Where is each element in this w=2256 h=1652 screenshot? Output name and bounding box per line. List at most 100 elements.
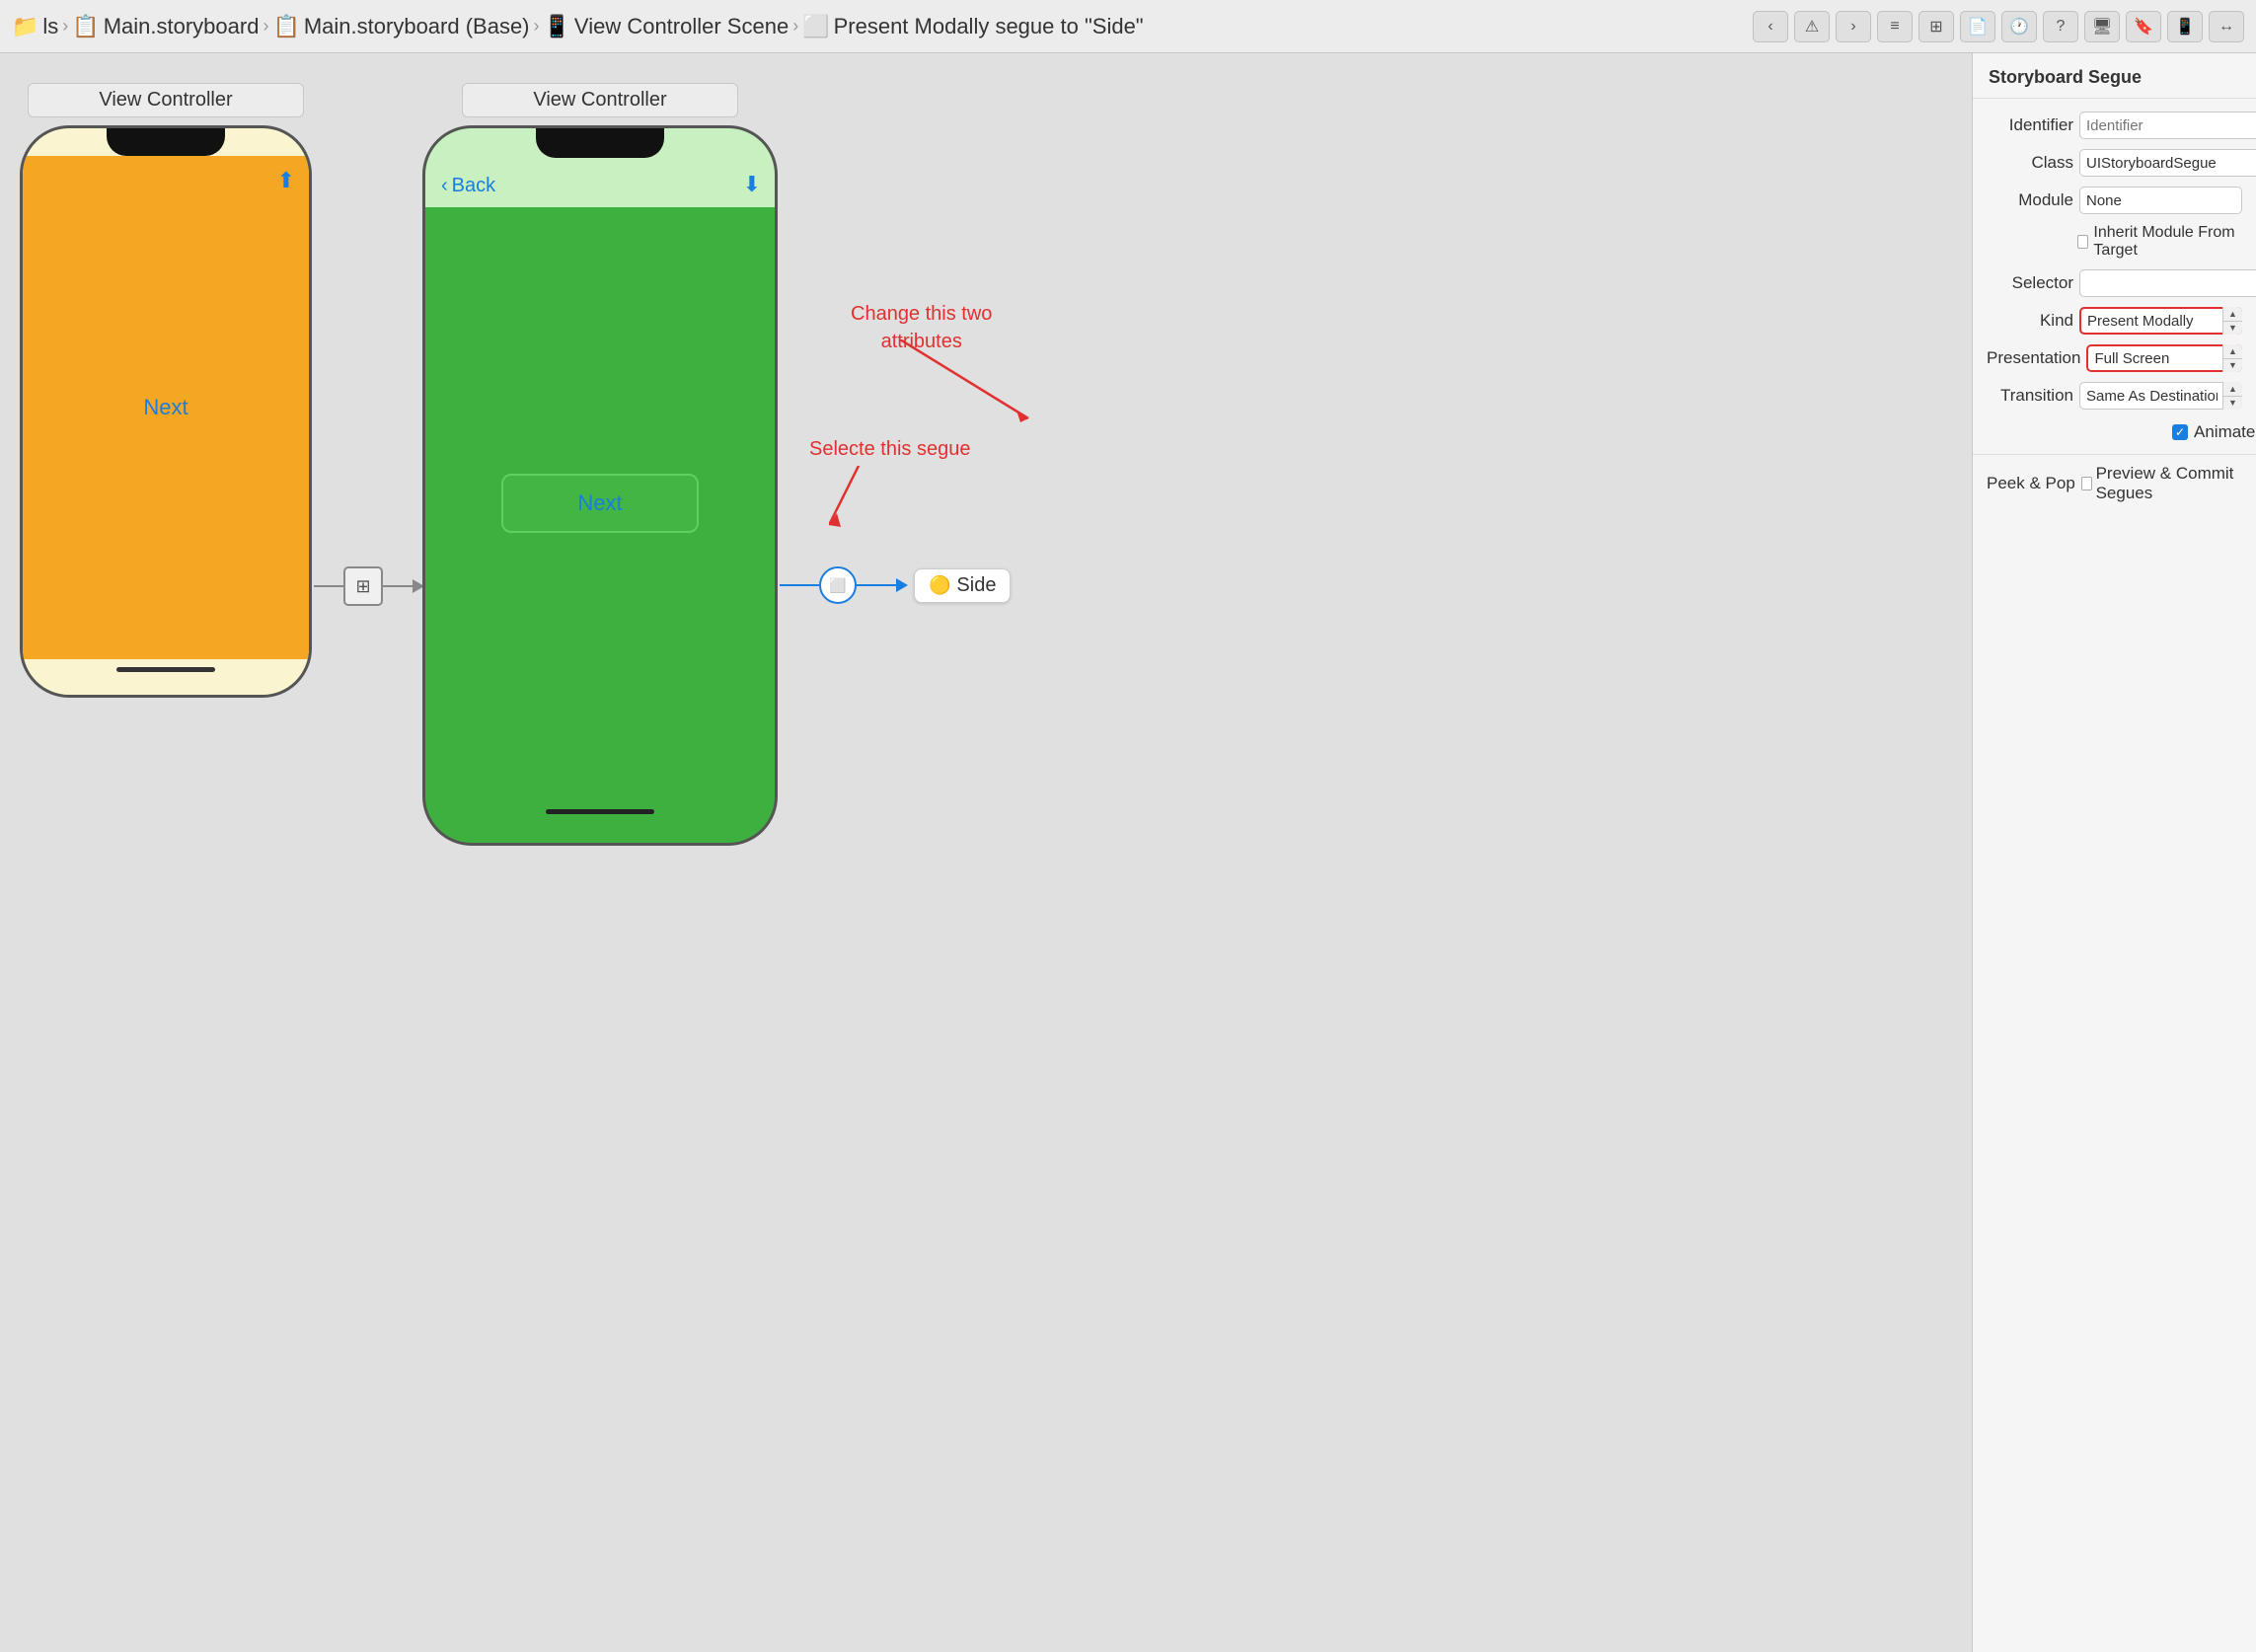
panel-title: Storyboard Segue <box>1973 53 2256 99</box>
annotation-select-segue: Selecte this segue <box>809 438 970 461</box>
breadcrumb-sep-4: › <box>792 16 798 37</box>
kind-stepper-down[interactable]: ▼ <box>2223 322 2242 336</box>
folder-icon: 📁 <box>12 14 38 39</box>
phone2-top: ‹ Back ⬇ <box>425 128 775 207</box>
warning-button[interactable]: ⚠ <box>1794 11 1830 42</box>
top-bar: 📁 ls › 📋 Main.storyboard › 📋 Main.storyb… <box>0 0 2256 53</box>
breadcrumb-sep-2: › <box>263 16 268 37</box>
doc-icon[interactable]: 📄 <box>1960 11 1995 42</box>
module-row: Module None <box>1973 182 2256 219</box>
inherit-label: Inherit Module From Target <box>2077 224 2242 260</box>
presentation-select[interactable]: Full Screen Current Context Automatic Pa… <box>2086 344 2242 372</box>
phone2-back-button[interactable]: ‹ Back <box>441 175 495 197</box>
side-badge: 🟡 Side <box>914 568 1011 603</box>
peek-label: Peek & Pop <box>1987 474 2075 493</box>
canvas[interactable]: View Controller ⬆ Next ⊞ View Controller <box>0 53 1972 1652</box>
presentation-select-wrapper: Full Screen Current Context Automatic Pa… <box>2086 344 2242 372</box>
top-bar-actions: ‹ ⚠ › ≡ ⊞ 📄 🕐 ? 🖥 🔖 📱 ↔ <box>1753 11 2244 42</box>
phone2-label: View Controller <box>462 83 738 117</box>
module-select[interactable]: None <box>2079 187 2242 214</box>
clock-icon[interactable]: 🕐 <box>2001 11 2037 42</box>
transition-select-wrapper: Same As Destination Cover Vertical Flip … <box>2079 382 2242 410</box>
segue-line-right <box>383 585 413 587</box>
breadcrumb-item-1[interactable]: 📁 ls <box>12 14 58 39</box>
peek-checkbox[interactable] <box>2081 477 2092 490</box>
inherit-row: Inherit Module From Target <box>1973 219 2256 264</box>
help-icon[interactable]: ? <box>2043 11 2078 42</box>
phone1-frame: ⬆ Next <box>20 125 312 698</box>
back-button[interactable]: ‹ <box>1753 11 1788 42</box>
transition-stepper: ▲ ▼ <box>2222 382 2242 410</box>
download-icon[interactable]: ⬇ <box>743 172 761 197</box>
phone2-next-button[interactable]: Next <box>501 474 699 533</box>
grid-button[interactable]: ⊞ <box>1918 11 1954 42</box>
presentation-stepper-down[interactable]: ▼ <box>2223 359 2242 373</box>
presentation-label: Presentation <box>1987 348 2080 368</box>
chevron-left-icon: ‹ <box>441 175 448 197</box>
kind-select-wrapper: Present Modally Show Show Detail Present… <box>2079 307 2242 335</box>
kind-select[interactable]: Present Modally Show Show Detail Present… <box>2079 307 2242 335</box>
class-input[interactable] <box>2079 149 2256 177</box>
segue-circle[interactable]: ⬜ <box>819 566 857 604</box>
menu-button[interactable]: ≡ <box>1877 11 1913 42</box>
breadcrumb-sep-3: › <box>534 16 540 37</box>
breadcrumb-item-5[interactable]: ⬜ Present Modally segue to "Side" <box>802 14 1143 39</box>
phone1-notch <box>107 128 225 156</box>
phone1-label: View Controller <box>28 83 304 117</box>
bookmark-icon[interactable]: 🔖 <box>2126 11 2161 42</box>
main-area: View Controller ⬆ Next ⊞ View Controller <box>0 53 2256 1652</box>
kind-label: Kind <box>1987 311 2073 331</box>
transition-label: Transition <box>1987 386 2073 406</box>
class-select-wrapper: ⓘ ▼ <box>2079 149 2256 177</box>
divider-1 <box>1973 454 2256 455</box>
class-label: Class <box>1987 153 2073 173</box>
selector-row: Selector <box>1973 264 2256 302</box>
transition-stepper-down[interactable]: ▼ <box>2223 397 2242 411</box>
kind-stepper-up[interactable]: ▲ <box>2223 307 2242 322</box>
module-label: Module <box>1987 190 2073 210</box>
share-icon[interactable]: ⬆ <box>277 168 295 193</box>
share-icon-btn[interactable]: ↔ <box>2209 11 2244 42</box>
peek-row: Peek & Pop Preview & Commit Segues <box>1973 459 2256 508</box>
monitor-icon[interactable]: 🖥 <box>2084 11 2120 42</box>
breadcrumb-item-4[interactable]: 📱 View Controller Scene <box>544 14 790 39</box>
animates-checkbox[interactable]: ✓ <box>2172 424 2188 440</box>
inherit-checkbox[interactable] <box>2077 235 2088 249</box>
phone-icon: 📱 <box>544 14 570 39</box>
presentation-stepper-up[interactable]: ▲ <box>2223 344 2242 359</box>
right-panel: Storyboard Segue Identifier Class ⓘ ▼ Mo… <box>1972 53 2256 1652</box>
presentation-row: Presentation Full Screen Current Context… <box>1973 339 2256 377</box>
phone2-home-indicator <box>546 809 654 814</box>
phone1-home-indicator <box>116 667 215 672</box>
breadcrumb: 📁 ls › 📋 Main.storyboard › 📋 Main.storyb… <box>12 14 1745 39</box>
segue-arrow-2: ⬜ 🟡 Side <box>780 566 1011 604</box>
transition-select[interactable]: Same As Destination Cover Vertical Flip … <box>2079 382 2242 410</box>
animates-label: Animates <box>2194 422 2256 442</box>
selector-input[interactable] <box>2079 269 2256 297</box>
breadcrumb-sep-1: › <box>62 16 68 37</box>
annotation-change-attributes: Change this two attributes <box>851 300 992 355</box>
transition-stepper-up[interactable]: ▲ <box>2223 382 2242 397</box>
side-badge-icon: 🟡 <box>929 575 950 596</box>
phone2-frame: ‹ Back ⬇ Next <box>422 125 778 846</box>
storyboard-icon-1: 📋 <box>72 14 99 39</box>
kind-stepper: ▲ ▼ <box>2222 307 2242 335</box>
phone2-notch <box>536 128 664 158</box>
panel-body: Identifier Class ⓘ ▼ Module None <box>1973 99 2256 1652</box>
phone1-body: ⬆ Next <box>23 156 309 659</box>
storyboard-icon-2: 📋 <box>272 14 299 39</box>
breadcrumb-item-3[interactable]: 📋 Main.storyboard (Base) <box>272 14 529 39</box>
segue-icon: ⬜ <box>802 14 829 39</box>
identifier-row: Identifier <box>1973 107 2256 144</box>
breadcrumb-item-2[interactable]: 📋 Main.storyboard <box>72 14 259 39</box>
segue-line2-left <box>780 584 819 586</box>
forward-button[interactable]: › <box>1836 11 1871 42</box>
animates-container: ✓ Animates <box>2077 422 2256 442</box>
module-select-wrapper: None <box>2079 187 2242 214</box>
identifier-input[interactable] <box>2079 112 2256 139</box>
arrow-head-2 <box>896 578 908 592</box>
phone1-next-button[interactable]: Next <box>143 395 188 420</box>
segue-box[interactable]: ⊞ <box>343 566 383 606</box>
class-row: Class ⓘ ▼ <box>1973 144 2256 182</box>
phone-icon-btn[interactable]: 📱 <box>2167 11 2203 42</box>
